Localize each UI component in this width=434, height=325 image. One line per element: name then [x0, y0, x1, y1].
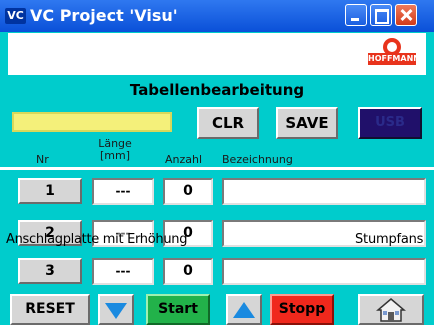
row-3-laenge-field[interactable]: ---: [92, 258, 154, 285]
scroll-up-button[interactable]: [226, 294, 262, 325]
column-header-laenge: Länge [mm]: [98, 138, 132, 162]
scroll-down-button[interactable]: [98, 294, 134, 325]
input-field[interactable]: [12, 112, 172, 132]
window-title: VC Project 'Visu': [30, 6, 178, 25]
row-3-nr-button[interactable]: 3: [18, 258, 82, 284]
clr-button[interactable]: CLR: [197, 107, 259, 139]
home-icon: [376, 298, 406, 322]
maximize-button[interactable]: [370, 4, 392, 26]
row-2-bezeichnung-text: Anschlagplatte mit Erhöhung: [6, 232, 188, 247]
row-1-laenge-field[interactable]: ---: [92, 178, 154, 205]
hoffmann-logo: HOFFMANN: [368, 38, 420, 70]
row-3-bezeichnung-field[interactable]: [222, 258, 426, 285]
row-1-nr-button[interactable]: 1: [18, 178, 82, 204]
close-button[interactable]: [395, 4, 417, 26]
usb-button[interactable]: USB: [358, 107, 422, 139]
home-button[interactable]: [358, 294, 424, 325]
header-divider: [0, 167, 434, 170]
column-header-bezeichnung: Bezeichnung: [222, 153, 293, 166]
column-header-anzahl: Anzahl: [165, 153, 203, 166]
logo-text: HOFFMANN: [368, 53, 420, 65]
app-icon: VC: [5, 8, 26, 24]
column-header-laenge-unit: [mm]: [99, 149, 130, 162]
save-button[interactable]: SAVE: [276, 107, 338, 139]
column-header-nr: Nr: [36, 153, 49, 166]
row-1-anzahl-field[interactable]: 0: [163, 178, 213, 205]
app-window: VC VC Project 'Visu' HOFFMANN Tabellenbe…: [0, 0, 434, 325]
row-3-anzahl-field[interactable]: 0: [163, 258, 213, 285]
arrow-up-icon: [233, 302, 255, 318]
start-button[interactable]: Start: [146, 294, 210, 325]
header-banner: HOFFMANN: [8, 33, 426, 75]
row-1-bezeichnung-field[interactable]: [222, 178, 426, 205]
row-2-bezeichnung-overflow-text: Stumpfans: [355, 232, 424, 247]
arrow-down-icon: [105, 303, 127, 319]
title-bar[interactable]: VC VC Project 'Visu': [0, 0, 434, 32]
minimize-button[interactable]: [345, 4, 367, 26]
page-title: Tabellenbearbeitung: [129, 81, 305, 99]
stopp-button[interactable]: Stopp: [270, 294, 334, 325]
reset-button[interactable]: RESET: [10, 294, 90, 325]
